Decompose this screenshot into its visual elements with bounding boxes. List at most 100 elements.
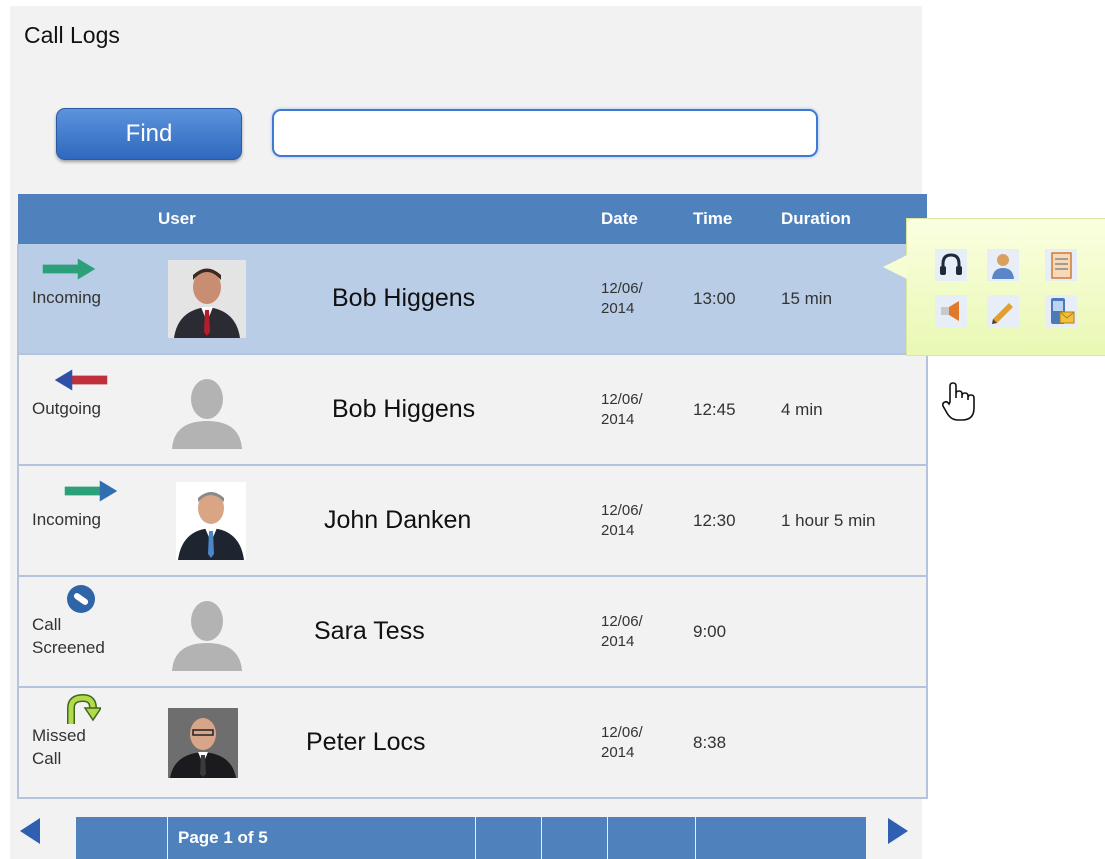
table-row[interactable]: Missed Call Peter Locs 12/06/2014 8:38 bbox=[17, 687, 928, 799]
pager-segment bbox=[542, 817, 608, 859]
table-row[interactable]: Incoming Bob Higgens 12/06/2014 13:00 15… bbox=[17, 244, 928, 355]
name-cell: Peter Locs bbox=[278, 687, 601, 799]
search-input[interactable] bbox=[274, 111, 816, 155]
date-line2: 2014 bbox=[601, 632, 635, 650]
table-row[interactable]: Incoming John Danken 12/06/2014 12:30 1 … bbox=[17, 465, 928, 577]
page-title: Call Logs bbox=[24, 22, 120, 48]
date-cell: 12/06/2014 bbox=[601, 576, 693, 688]
pager-segment bbox=[476, 817, 542, 859]
direction-label-line1: Missed bbox=[32, 726, 86, 745]
date-line2: 2014 bbox=[601, 521, 635, 539]
direction-cell: Missed Call bbox=[17, 687, 158, 799]
direction-label: Missed Call bbox=[32, 724, 142, 770]
duration-cell bbox=[781, 576, 928, 688]
direction-cell: Outgoing bbox=[17, 354, 158, 466]
date-cell: 12/06/2014 bbox=[601, 465, 693, 577]
col-header-name bbox=[278, 194, 601, 244]
call-time: 13:00 bbox=[693, 288, 736, 308]
avatar[interactable] bbox=[168, 259, 246, 338]
contact-icon[interactable] bbox=[987, 249, 1019, 281]
missed-call-icon bbox=[65, 692, 101, 726]
arrow-right-green-icon bbox=[63, 476, 119, 506]
time-cell: 8:38 bbox=[693, 687, 781, 799]
avatar[interactable] bbox=[176, 481, 246, 560]
date-cell: 12/06/2014 bbox=[601, 354, 693, 466]
direction-label-line2: Call bbox=[32, 749, 62, 768]
date-cell: 12/06/2014 bbox=[601, 687, 693, 799]
call-time: 12:30 bbox=[693, 510, 736, 530]
call-log-table: User Date Time Duration Incoming Bob Hig… bbox=[17, 194, 928, 799]
headset-icon[interactable] bbox=[935, 249, 967, 281]
direction-label-line2: Screened bbox=[32, 638, 105, 657]
duration-cell bbox=[781, 687, 928, 799]
name-cell: Bob Higgens bbox=[278, 354, 601, 466]
avatar-cell bbox=[158, 465, 278, 577]
col-header-type bbox=[18, 194, 158, 244]
col-header-time[interactable]: Time bbox=[693, 194, 781, 244]
avatar[interactable] bbox=[168, 370, 246, 449]
call-duration: 15 min bbox=[781, 288, 833, 308]
pager-segment bbox=[76, 817, 168, 859]
time-cell: 9:00 bbox=[693, 576, 781, 688]
arrow-left-red-icon bbox=[53, 365, 109, 395]
caller-name[interactable]: Bob Higgens bbox=[332, 395, 475, 423]
direction-label: Outgoing bbox=[32, 399, 101, 418]
direction-label: Call Screened bbox=[32, 613, 142, 659]
date-line1: 12/06/ bbox=[601, 279, 643, 297]
arrow-right-green-icon bbox=[41, 254, 97, 284]
duration-cell: 4 min bbox=[781, 354, 928, 466]
call-duration: 1 hour 5 min bbox=[781, 510, 876, 530]
caller-name[interactable]: John Danken bbox=[324, 506, 471, 534]
call-time: 8:38 bbox=[693, 732, 727, 752]
avatar-cell bbox=[158, 687, 278, 799]
direction-cell: Incoming bbox=[17, 244, 158, 355]
date-cell: 12/06/2014 bbox=[601, 244, 693, 355]
avatar-cell bbox=[158, 244, 278, 355]
call-screened-icon bbox=[65, 583, 97, 615]
time-cell: 13:00 bbox=[693, 244, 781, 355]
direction-label-line1: Call bbox=[32, 615, 62, 634]
table-header-row: User Date Time Duration bbox=[18, 194, 927, 244]
name-cell: John Danken bbox=[278, 465, 601, 577]
direction-cell: Call Screened bbox=[17, 576, 158, 688]
find-button[interactable]: Find bbox=[56, 108, 242, 160]
date-line2: 2014 bbox=[601, 743, 635, 761]
search-field[interactable] bbox=[272, 109, 818, 157]
pager-segment bbox=[608, 817, 696, 859]
time-cell: 12:30 bbox=[693, 465, 781, 577]
triangle-left-icon[interactable] bbox=[18, 816, 42, 851]
caller-name[interactable]: Sara Tess bbox=[314, 617, 425, 645]
direction-cell: Incoming bbox=[17, 465, 158, 577]
avatar[interactable] bbox=[168, 592, 246, 671]
voicemail-icon[interactable] bbox=[1045, 295, 1077, 327]
call-time: 12:45 bbox=[693, 399, 736, 419]
date-line1: 12/06/ bbox=[601, 612, 643, 630]
col-header-user[interactable]: User bbox=[158, 194, 278, 244]
notes-icon[interactable] bbox=[1045, 249, 1077, 281]
name-cell: Bob Higgens bbox=[278, 244, 601, 355]
pager-segment bbox=[696, 817, 866, 859]
avatar-cell bbox=[158, 354, 278, 466]
date-line1: 12/06/ bbox=[601, 723, 643, 741]
call-time: 9:00 bbox=[693, 621, 727, 641]
announce-icon[interactable] bbox=[935, 295, 967, 327]
caller-name[interactable]: Peter Locs bbox=[306, 728, 426, 756]
direction-label: Incoming bbox=[32, 288, 101, 307]
date-line1: 12/06/ bbox=[601, 501, 643, 519]
date-line2: 2014 bbox=[601, 410, 635, 428]
avatar[interactable] bbox=[168, 707, 238, 778]
caller-name[interactable]: Bob Higgens bbox=[332, 284, 475, 312]
hand-pointer-icon bbox=[938, 380, 982, 429]
date-line2: 2014 bbox=[601, 299, 635, 317]
col-header-date[interactable]: Date bbox=[601, 194, 693, 244]
table-row[interactable]: Call Screened Sara Tess 12/06/2014 9:00 bbox=[17, 576, 928, 688]
direction-label: Incoming bbox=[32, 510, 101, 529]
time-cell: 12:45 bbox=[693, 354, 781, 466]
call-duration: 4 min bbox=[781, 399, 823, 419]
name-cell: Sara Tess bbox=[278, 576, 601, 688]
edit-icon[interactable] bbox=[987, 295, 1019, 327]
pager-bar: Page 1 of 5 bbox=[76, 817, 866, 859]
triangle-right-icon[interactable] bbox=[886, 816, 910, 851]
avatar-cell bbox=[158, 576, 278, 688]
table-row[interactable]: Outgoing Bob Higgens 12/06/2014 12:45 4 … bbox=[17, 354, 928, 466]
